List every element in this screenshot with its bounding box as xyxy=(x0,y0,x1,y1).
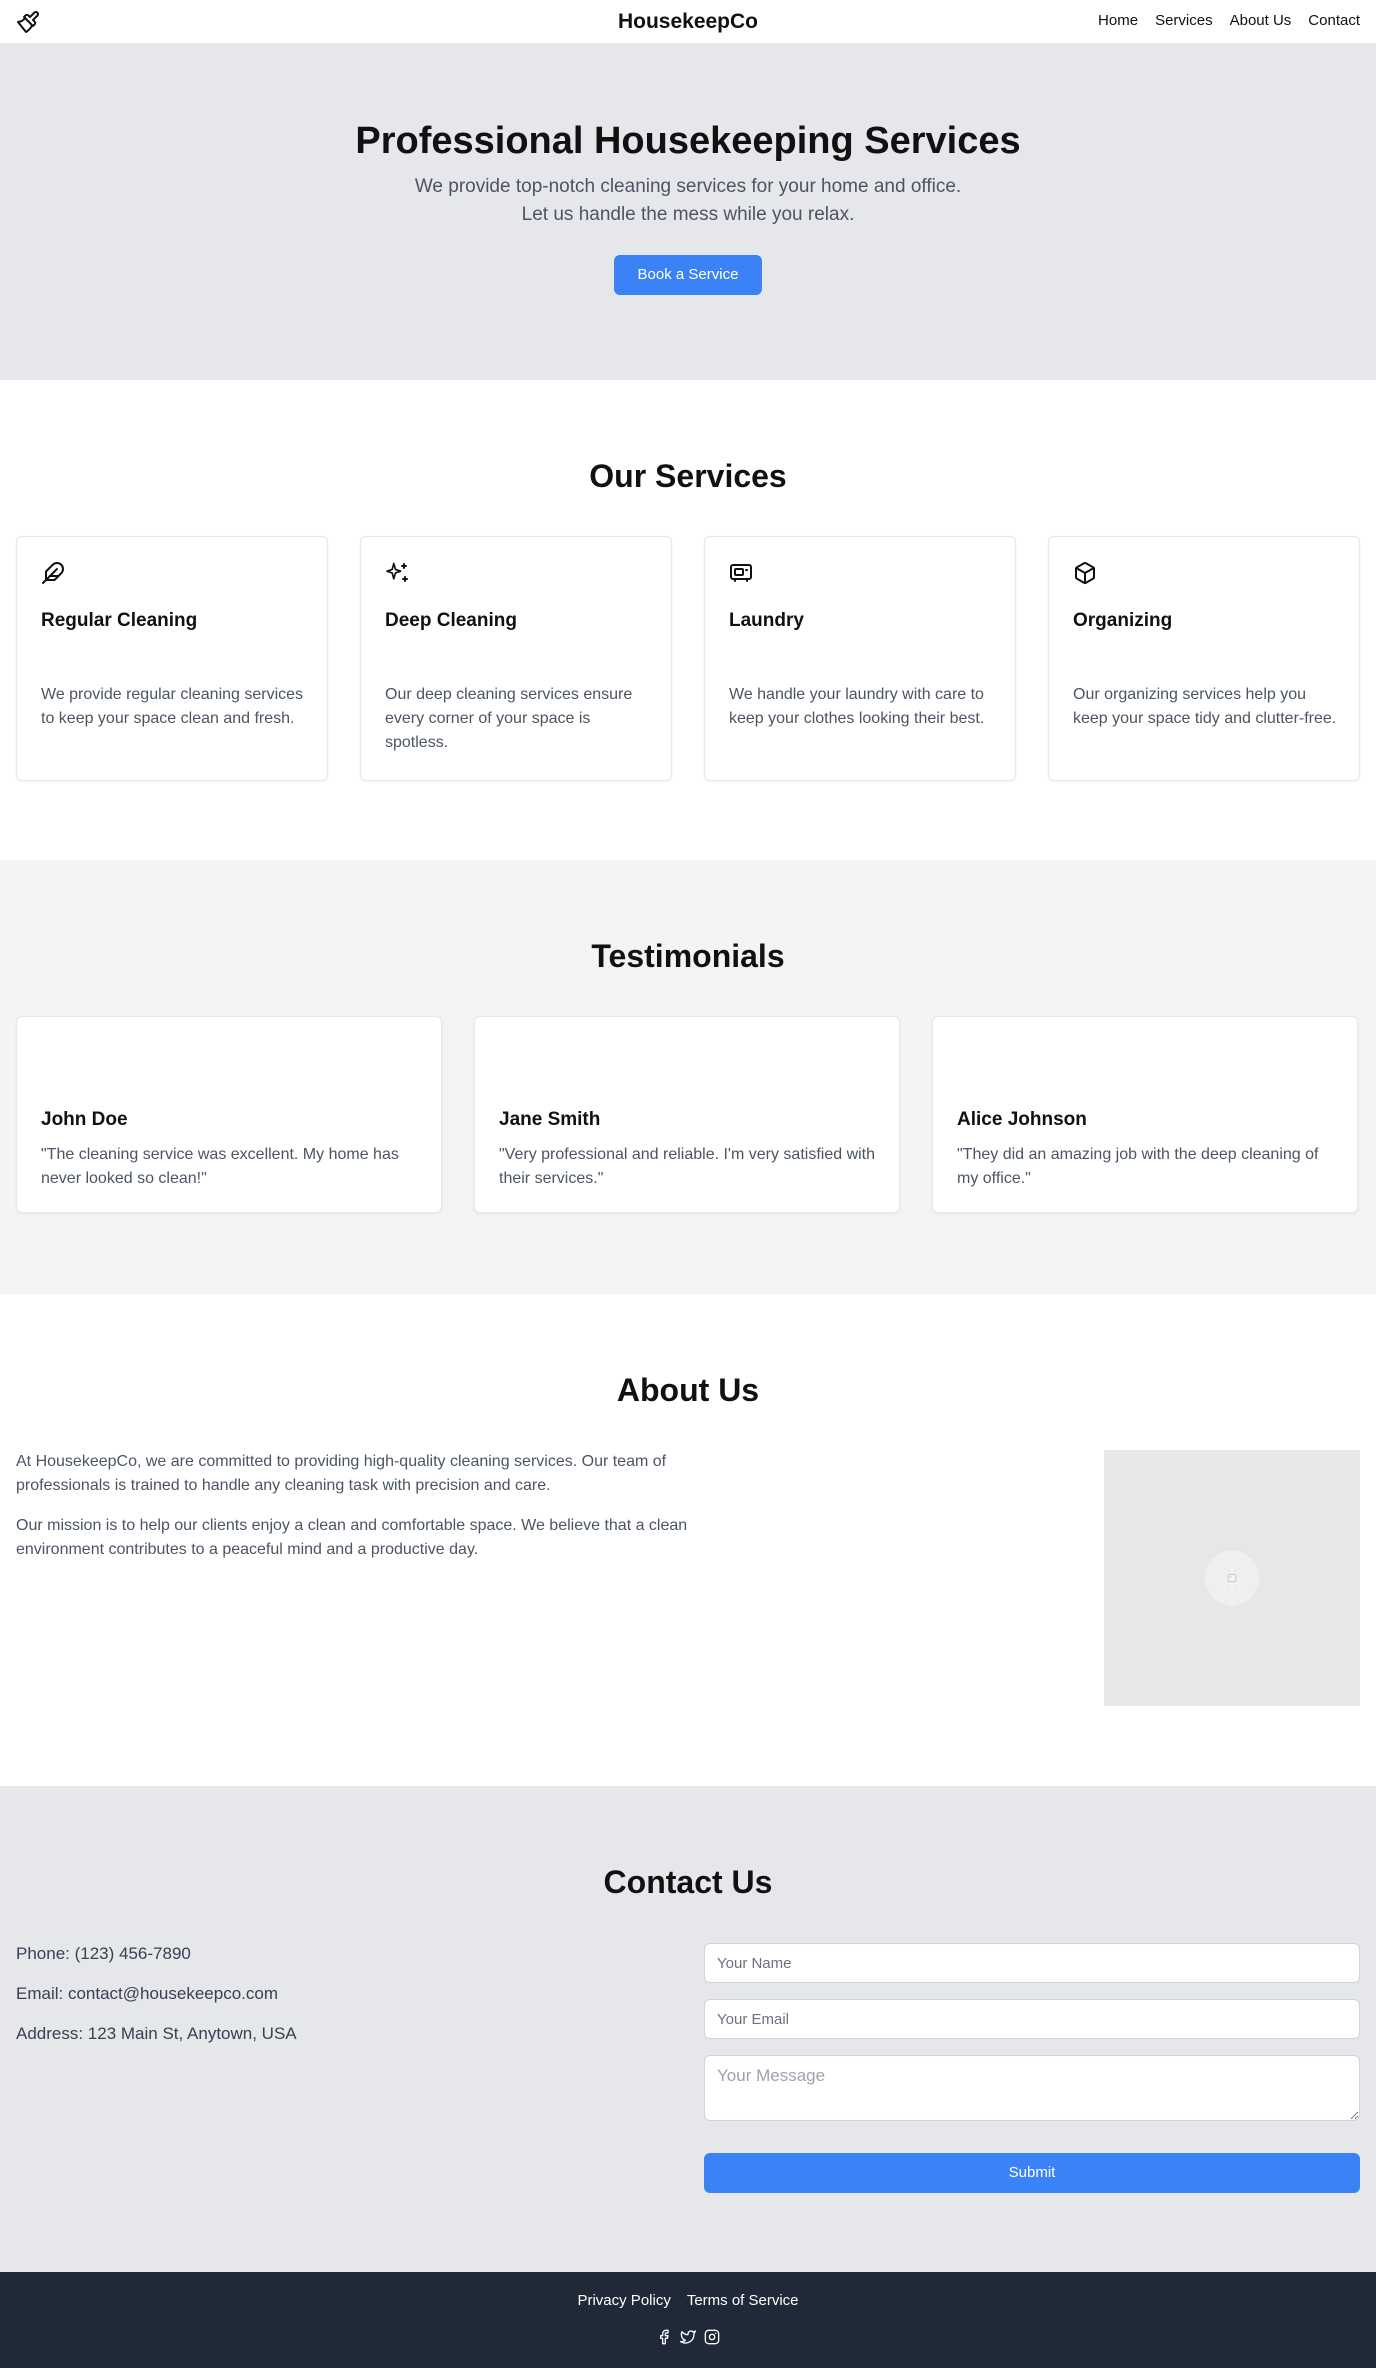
nav-services[interactable]: Services xyxy=(1155,12,1213,29)
privacy-policy-link[interactable]: Privacy Policy xyxy=(577,2292,670,2309)
testimonials-grid: John Doe "The cleaning service was excel… xyxy=(16,1016,1358,1213)
twitter-icon[interactable] xyxy=(680,2329,696,2345)
nav-home[interactable]: Home xyxy=(1098,12,1138,29)
main-nav: Home Services About Us Contact xyxy=(1098,12,1360,29)
contact-email: Email: contact@housekeepco.com xyxy=(16,1984,278,2003)
hero-section: Professional Housekeeping Services We pr… xyxy=(0,44,1376,380)
email-field[interactable] xyxy=(704,1999,1360,2039)
contact-section: Contact Us Phone: (123) 456-7890 Email: … xyxy=(0,1786,1376,2272)
feather-icon xyxy=(41,561,65,585)
image-placeholder-icon xyxy=(1203,1549,1261,1607)
about-section: About Us At HousekeepCo, we are committe… xyxy=(0,1294,1376,1786)
hero-subtitle-line1: We provide top-notch cleaning services f… xyxy=(414,176,962,197)
contact-address: Address: 123 Main St, Anytown, USA xyxy=(16,2024,297,2043)
nav-about[interactable]: About Us xyxy=(1230,12,1292,29)
services-section: Our Services Regular Cleaning We provide… xyxy=(0,380,1376,860)
service-card: Regular Cleaning We provide regular clea… xyxy=(16,536,328,781)
contact-title: Contact Us xyxy=(603,1864,773,1900)
about-image-placeholder xyxy=(1104,1450,1360,1706)
services-title: Our Services xyxy=(589,458,787,494)
instagram-icon[interactable] xyxy=(704,2329,720,2345)
about-title: About Us xyxy=(616,1372,760,1408)
testimonial-author: Jane Smith xyxy=(499,1109,601,1130)
hero-title: Professional Housekeeping Services xyxy=(355,120,1021,162)
facebook-icon[interactable] xyxy=(656,2329,672,2345)
testimonial-card: Alice Johnson "They did an amazing job w… xyxy=(932,1016,1358,1213)
services-grid: Regular Cleaning We provide regular clea… xyxy=(16,536,1360,781)
footer-links: Privacy Policy Terms of Service xyxy=(0,2292,1376,2309)
service-description: Our deep cleaning services ensure every … xyxy=(385,686,633,751)
washer-icon xyxy=(729,561,753,585)
hero-subtitle: We provide top-notch cleaning services f… xyxy=(0,173,1376,229)
testimonial-quote: "Very professional and reliable. I'm ver… xyxy=(499,1146,876,1187)
testimonial-author: John Doe xyxy=(41,1109,128,1130)
paintbrush-icon[interactable] xyxy=(16,10,40,34)
testimonial-author: Alice Johnson xyxy=(957,1109,1087,1130)
about-text: At HousekeepCo, we are committed to prov… xyxy=(16,1450,688,1562)
name-field[interactable] xyxy=(704,1943,1360,1983)
site-header: HousekeepCo Home Services About Us Conta… xyxy=(0,0,1376,44)
testimonials-title: Testimonials xyxy=(591,938,785,974)
message-field[interactable] xyxy=(704,2055,1360,2121)
about-paragraph: Our mission is to help our clients enjoy… xyxy=(16,1517,688,1558)
service-name: Deep Cleaning xyxy=(385,610,517,631)
terms-of-service-link[interactable]: Terms of Service xyxy=(687,2292,799,2309)
testimonials-section: Testimonials John Doe "The cleaning serv… xyxy=(0,860,1376,1294)
service-description: Our organizing services help you keep yo… xyxy=(1073,686,1337,727)
service-card: Organizing Our organizing services help … xyxy=(1048,536,1360,781)
service-description: We handle your laundry with care to keep… xyxy=(729,686,985,727)
service-card: Laundry We handle your laundry with care… xyxy=(704,536,1016,781)
testimonial-quote: "The cleaning service was excellent. My … xyxy=(41,1146,399,1187)
service-description: We provide regular cleaning services to … xyxy=(41,686,304,727)
service-name: Laundry xyxy=(729,610,804,631)
testimonial-card: Jane Smith "Very professional and reliab… xyxy=(474,1016,900,1213)
contact-phone: Phone: (123) 456-7890 xyxy=(16,1944,191,1963)
service-name: Organizing xyxy=(1073,610,1173,631)
hero-subtitle-line2: Let us handle the mess while you relax. xyxy=(521,204,855,225)
contact-form: Submit xyxy=(704,1943,1360,2193)
service-name: Regular Cleaning xyxy=(41,610,198,631)
social-links xyxy=(0,2329,1376,2345)
service-card: Deep Cleaning Our deep cleaning services… xyxy=(360,536,672,781)
box-icon xyxy=(1073,561,1097,585)
contact-info: Phone: (123) 456-7890 Email: contact@hou… xyxy=(16,1942,297,2062)
testimonial-card: John Doe "The cleaning service was excel… xyxy=(16,1016,442,1213)
testimonial-quote: "They did an amazing job with the deep c… xyxy=(957,1146,1319,1187)
site-footer: Privacy Policy Terms of Service xyxy=(0,2272,1376,2368)
nav-contact[interactable]: Contact xyxy=(1308,12,1360,29)
about-paragraph: At HousekeepCo, we are committed to prov… xyxy=(16,1453,667,1494)
submit-button[interactable]: Submit xyxy=(704,2153,1360,2193)
book-service-button[interactable]: Book a Service xyxy=(614,255,762,295)
sparkles-icon xyxy=(385,561,409,585)
